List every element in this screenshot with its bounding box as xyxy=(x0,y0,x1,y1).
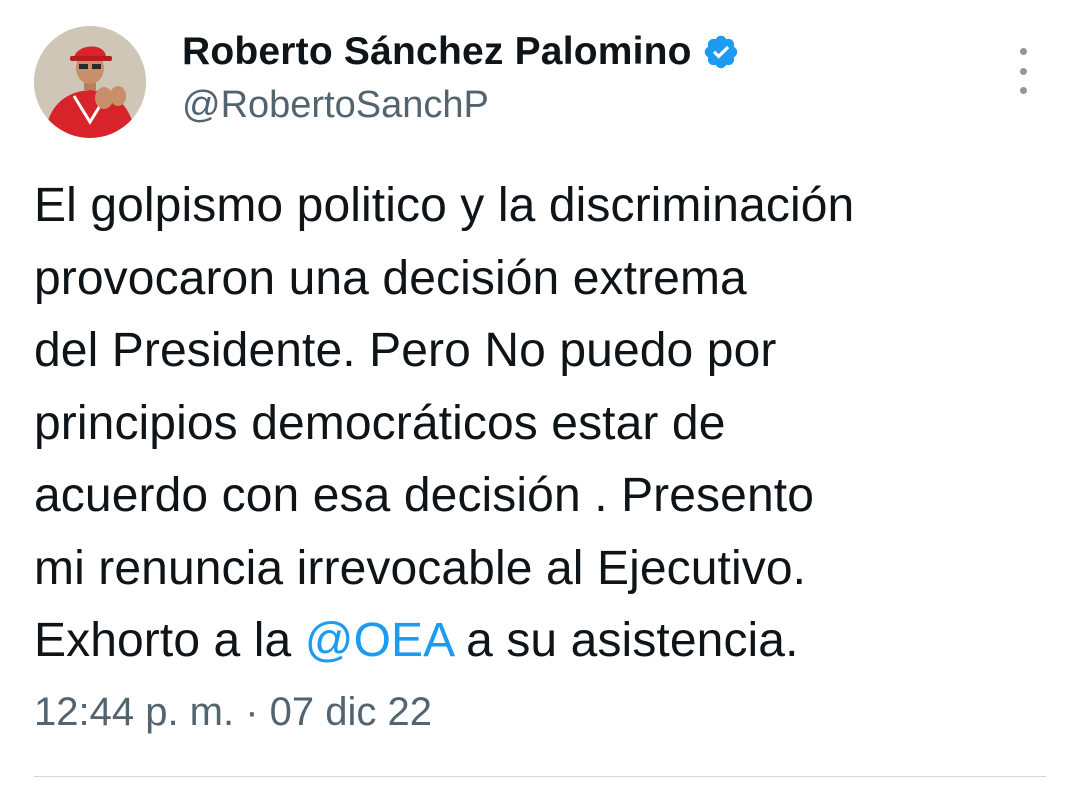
tweet-text-line: principios democráticos estar de xyxy=(34,396,726,450)
tweet-text-line: Exhorto a la @OEA a su asistencia. xyxy=(34,605,1054,678)
profile-photo xyxy=(34,26,146,138)
tweet-text-line: El golpismo politico y la discriminación xyxy=(34,179,855,232)
tweet-text: El golpismo politico y la discriminación… xyxy=(34,170,1054,678)
author-display-name[interactable]: Roberto Sánchez Palomino xyxy=(182,30,692,74)
tweet-timestamp[interactable]: 12:44 p. m. · 07 dic 22 xyxy=(34,690,432,735)
tweet-text-segment: Exhorto a la xyxy=(34,614,305,667)
tweet-card: Roberto Sánchez Palomino @RobertoSanchP … xyxy=(0,0,1076,794)
tweet-text-line: provocaron una decisión extrema xyxy=(34,251,747,305)
verified-badge-icon xyxy=(704,35,737,69)
tweet-text-line: mi renuncia irrevocable al Ejecutivo. xyxy=(34,541,807,595)
tweet-text-line: acuerdo con esa decisión . Presento xyxy=(34,469,814,522)
mention-link[interactable]: @OEA xyxy=(305,614,453,667)
avatar[interactable] xyxy=(34,26,146,138)
divider xyxy=(34,776,1046,777)
tweet-text-line: del Presidente. Pero No puedo por xyxy=(34,324,777,377)
author-name-row: Roberto Sánchez Palomino xyxy=(182,28,740,76)
author-handle[interactable]: @RobertoSanchP xyxy=(182,84,489,127)
more-vertical-icon[interactable] xyxy=(1008,48,1038,94)
tweet-text-segment: a su asistencia. xyxy=(452,614,799,667)
